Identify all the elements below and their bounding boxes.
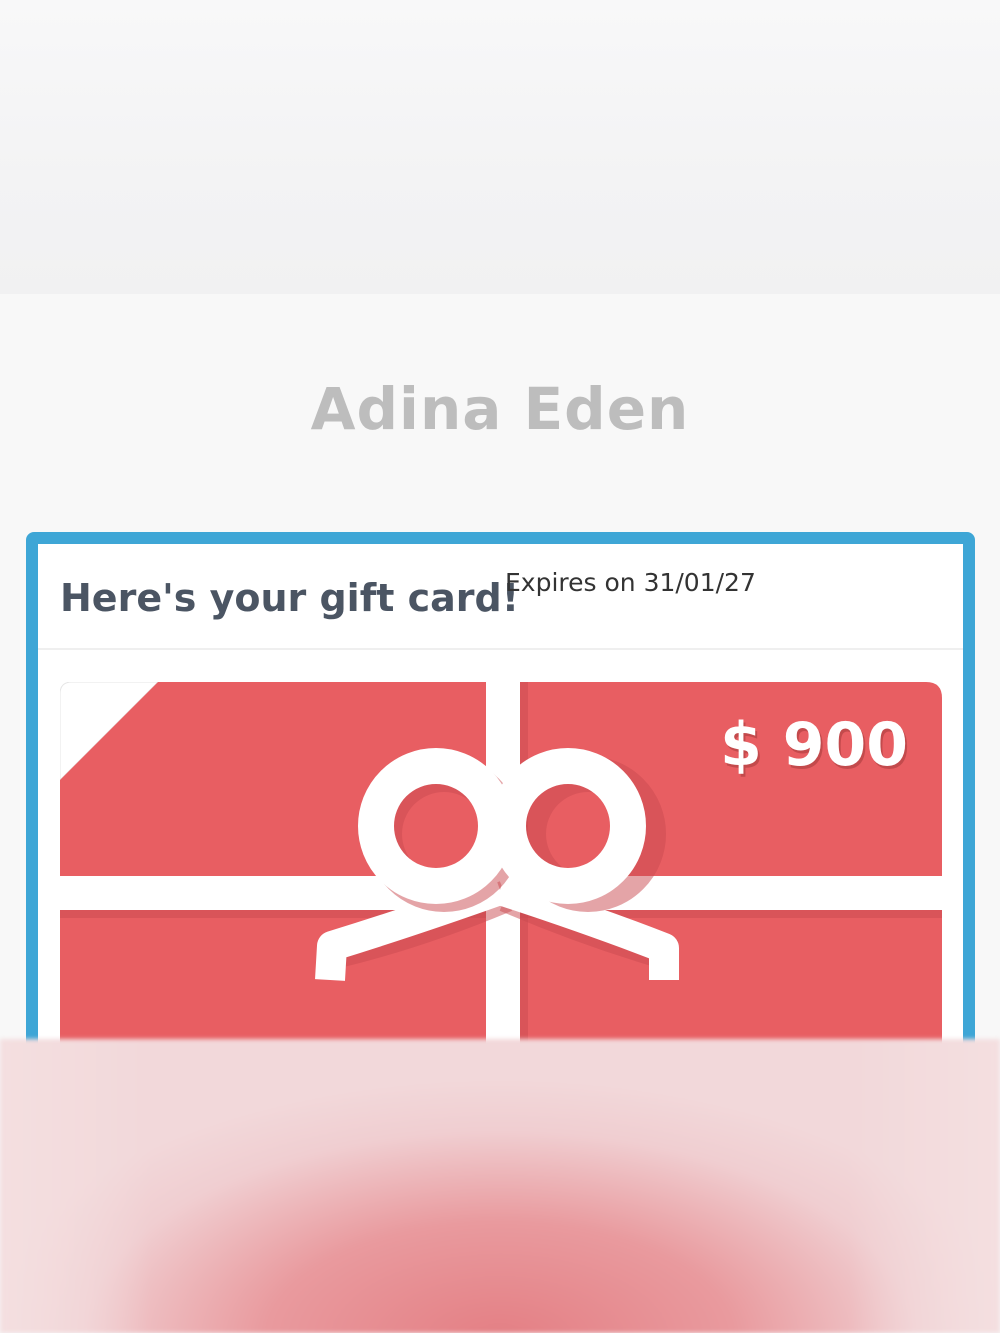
gift-card-title: Here's your gift card!: [60, 576, 520, 620]
recipient-name: Adina Eden: [310, 375, 690, 443]
gift-card-header: Here's your gift card! Expires on 31/01/…: [38, 544, 963, 650]
bottom-blurred-overlay: [0, 1039, 1000, 1333]
gift-card-frame: Here's your gift card! Expires on 31/01/…: [26, 532, 975, 1104]
overlay-left-fade: [0, 1039, 150, 1333]
top-blurred-backdrop: [0, 0, 1000, 294]
expiry-date: Expires on 31/01/27: [505, 568, 756, 597]
overlay-right-fade: [850, 1039, 1000, 1333]
gift-card-amount: $ 900: [720, 710, 908, 780]
gift-card-panel: Here's your gift card! Expires on 31/01/…: [38, 544, 963, 1104]
